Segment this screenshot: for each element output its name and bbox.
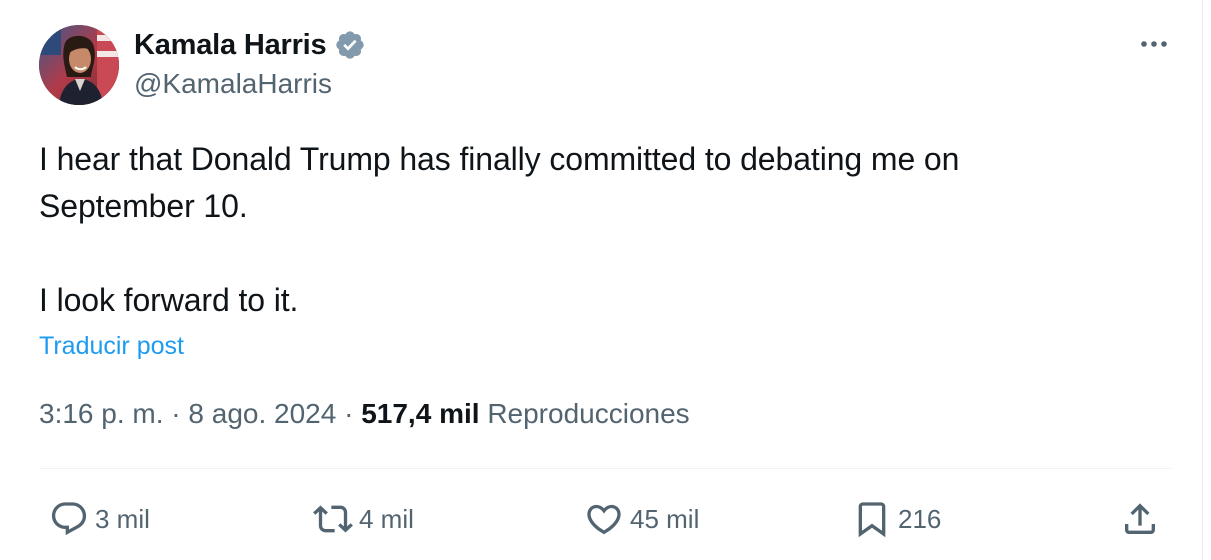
like-count: 45 mil — [630, 503, 700, 534]
divider — [39, 468, 1171, 469]
share-button[interactable] — [1120, 497, 1160, 541]
bookmark-count: 216 — [898, 503, 942, 534]
repost-count: 4 mil — [359, 503, 414, 534]
bookmark-icon — [852, 499, 892, 539]
more-options-button[interactable] — [1132, 28, 1176, 60]
meta-separator: · — [171, 398, 181, 429]
more-dots-icon — [1141, 41, 1167, 47]
meta-separator: · — [344, 398, 354, 429]
reply-count: 3 mil — [95, 503, 150, 534]
heart-icon — [584, 499, 624, 539]
verified-badge-icon[interactable] — [334, 29, 366, 61]
repost-icon — [313, 499, 353, 539]
like-button[interactable]: 45 mil — [584, 497, 699, 541]
reply-button[interactable]: 3 mil — [49, 497, 150, 541]
share-icon — [1120, 499, 1160, 539]
tweet-card: Kamala Harris @KamalaHarris I hear that … — [0, 0, 1203, 560]
translate-post-link[interactable]: Traducir post — [39, 332, 184, 361]
avatar[interactable] — [39, 25, 119, 105]
tweet-text-line: I hear that Donald Trump has finally com… — [39, 141, 960, 177]
bookmark-button[interactable]: 216 — [852, 497, 941, 541]
views-label: Reproducciones — [487, 398, 690, 429]
tweet-text-line: September 10. — [39, 188, 248, 224]
reply-icon — [49, 499, 89, 539]
repost-button[interactable]: 4 mil — [313, 497, 414, 541]
tweet-text: I hear that Donald Trump has finally com… — [39, 136, 1169, 324]
tweet-time[interactable]: 3:16 p. m. — [39, 398, 164, 429]
avatar-photo — [39, 25, 119, 105]
tweet-date[interactable]: 8 ago. 2024 — [188, 398, 336, 429]
tweet-text-line: I look forward to it. — [39, 282, 299, 318]
tweet-meta: 3:16 p. m. · 8 ago. 2024 · 517,4 mil Rep… — [39, 398, 690, 430]
author-name-row: Kamala Harris — [134, 27, 366, 63]
views-count: 517,4 mil — [361, 398, 480, 429]
author-display-name[interactable]: Kamala Harris — [134, 29, 327, 62]
author-handle[interactable]: @KamalaHarris — [134, 68, 332, 100]
